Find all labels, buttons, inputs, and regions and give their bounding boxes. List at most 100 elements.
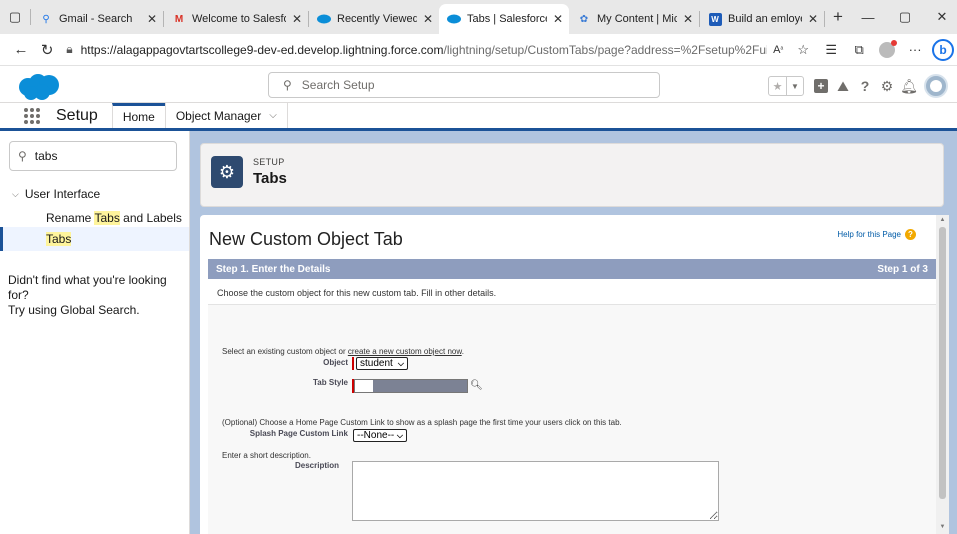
object-label: Object [323, 358, 348, 367]
custom-object-tab-form: New Custom Object Tab Help for this Page… [200, 215, 936, 534]
page-eyebrow: SETUP [253, 157, 285, 167]
close-tab-icon[interactable]: ✕ [423, 12, 433, 26]
object-intro-text: Select an existing custom object or crea… [222, 347, 464, 356]
scroll-down-icon[interactable]: ▼ [936, 522, 949, 532]
app-launcher-icon[interactable] [24, 103, 44, 128]
setup-search-input[interactable] [301, 78, 602, 92]
not-found-line: Try using Global Search. [8, 303, 140, 317]
content-scrollbar[interactable]: ▲ ▼ [936, 215, 949, 534]
page-header-title: Tabs [253, 170, 287, 187]
url-path: /lightning/setup/CustomTabs/page?address… [443, 42, 767, 57]
browser-tab-build-employee[interactable]: W Build an emloyee tra ✕ [700, 4, 824, 34]
setup-search-box[interactable]: ⚲ [268, 72, 660, 98]
browser-tab-title: Build an emloyee tra [728, 13, 802, 25]
address-bar: ← ↻ 🔒︎ https://alagappagovtartscollege9-… [0, 34, 957, 66]
required-indicator [352, 357, 354, 370]
tab-actions-icon[interactable]: ▢ [0, 0, 30, 34]
step-header: Step 1. Enter the Details Step 1 of 3 [208, 259, 936, 279]
close-tab-icon[interactable]: ✕ [553, 12, 563, 26]
back-arrow-icon[interactable]: ← [8, 36, 34, 64]
search-icon: ⚲ [283, 78, 292, 92]
favorites-button[interactable]: ★ ▼ [768, 76, 804, 96]
scrollbar-thumb[interactable] [939, 227, 946, 499]
step-title: Step 1. Enter the Details [216, 263, 331, 275]
chevron-down-icon: ⌵ [396, 430, 403, 440]
lookup-icon[interactable]: 🔍︎ [470, 379, 483, 392]
salesforce-logo[interactable] [16, 73, 62, 101]
form-body: Select an existing custom object or crea… [208, 305, 936, 534]
page-title: New Custom Object Tab [209, 229, 403, 249]
scroll-up-icon[interactable]: ▲ [936, 215, 949, 225]
browser-tab-title: Gmail - Search [59, 13, 133, 25]
browser-tab-title: Recently Viewed | ex [337, 13, 417, 25]
user-avatar[interactable] [924, 74, 948, 98]
search-icon: ⚲ [18, 149, 27, 163]
object-select[interactable]: student ⌵ [356, 357, 408, 370]
url-field[interactable]: 🔒︎ https://alagappagovtartscollege9-dev-… [66, 37, 767, 63]
minimize-icon[interactable]: — [848, 0, 888, 34]
chevron-down-icon: ⌵ [397, 358, 404, 368]
sidebar-item-tabs[interactable]: Tabs [0, 227, 189, 251]
close-tab-icon[interactable]: ✕ [808, 12, 818, 26]
favorite-star-icon[interactable]: ☆ [789, 36, 817, 64]
intro-text: . [461, 347, 464, 356]
not-found-message: Didn't find what you're looking for? Try… [8, 273, 188, 318]
help-icon: ? [905, 229, 916, 240]
tab-label: Home [122, 110, 155, 124]
description-label: Description [294, 461, 339, 470]
favorites-list-icon[interactable]: ☰ [817, 36, 845, 64]
collections-icon[interactable]: ⧉ [845, 36, 873, 64]
star-icon[interactable]: ★ [769, 77, 786, 95]
not-found-line: Didn't find what you're looking for? [8, 273, 167, 302]
browser-tab-tabs-salesforce[interactable]: Tabs | Salesforce ✕ [439, 4, 569, 34]
browser-tab-my-content[interactable]: ✿ My Content | Micros ✕ [569, 4, 699, 34]
tab-home[interactable]: Home [111, 103, 165, 128]
tab-label: Object Manager [175, 108, 262, 123]
description-intro-text: Enter a short description. [222, 451, 311, 460]
quick-find-input[interactable] [34, 149, 165, 163]
app-navigation-bar: Setup Home Object Manager ⌵ [0, 103, 957, 131]
tree-section-user-interface[interactable]: ⌵ User Interface [12, 187, 100, 201]
tab-style-label: Tab Style [313, 378, 348, 387]
browser-tab-recently-viewed[interactable]: Recently Viewed | ex ✕ [309, 4, 439, 34]
help-for-this-page-link[interactable]: Help for this Page ? [837, 229, 916, 240]
gmail-icon: M [174, 13, 184, 25]
splash-select-value: --None-- [357, 430, 395, 441]
sidebar-item-label: Rename Tabs and Labels [46, 211, 182, 225]
trailhead-icon[interactable]: ⛰ [832, 74, 854, 98]
close-tab-icon[interactable]: ✕ [147, 12, 157, 26]
profile-icon[interactable] [873, 36, 901, 64]
browser-tab-title: Welcome to Salesforc [192, 13, 286, 25]
tab-style-field[interactable] [354, 379, 468, 393]
chevron-down-icon[interactable]: ▼ [786, 77, 803, 95]
setup-gear-icon[interactable]: ⚙ [876, 74, 898, 98]
help-icon[interactable]: ? [854, 74, 876, 98]
close-window-icon[interactable]: ✕ [927, 0, 957, 34]
maximize-icon[interactable]: ▢ [885, 0, 925, 34]
browser-tab-gmail-search[interactable]: ⚲ Gmail - Search ✕ [31, 4, 163, 34]
close-tab-icon[interactable]: ✕ [292, 12, 302, 26]
quick-find-box[interactable]: ⚲ [9, 141, 177, 171]
global-actions-icon[interactable]: + [810, 74, 832, 98]
notifications-bell-icon[interactable]: 🔔︎ [898, 74, 920, 98]
create-custom-object-link[interactable]: create a new custom object now [348, 347, 462, 356]
chevron-down-icon[interactable]: ⌵ [12, 189, 19, 200]
salesforce-cloud-icon [317, 12, 331, 26]
more-options-icon[interactable]: ··· [901, 36, 929, 64]
label-part: and Labels [119, 211, 182, 225]
splash-page-select[interactable]: --None-- ⌵ [353, 429, 407, 442]
refresh-icon[interactable]: ↻ [34, 36, 60, 64]
browser-tab-welcome[interactable]: M Welcome to Salesforc ✕ [164, 4, 308, 34]
tab-object-manager[interactable]: Object Manager ⌵ [164, 103, 288, 128]
help-link-label: Help for this Page [837, 230, 901, 239]
lock-icon: 🔒︎ [66, 42, 73, 56]
description-textarea[interactable] [352, 461, 719, 521]
close-tab-icon[interactable]: ✕ [683, 12, 693, 26]
salesforce-global-header: ⚲ ★ ▼ + ⛰ ? ⚙ 🔔︎ [0, 67, 957, 103]
chevron-down-icon[interactable]: ⌵ [269, 110, 277, 121]
bing-icon[interactable]: b [929, 36, 957, 64]
search-icon: ⚲ [42, 13, 50, 25]
splash-page-label: Splash Page Custom Link [249, 429, 348, 438]
browser-tab-title: Tabs | Salesforce [467, 13, 547, 25]
read-aloud-icon[interactable]: Aᵃ [767, 36, 789, 64]
